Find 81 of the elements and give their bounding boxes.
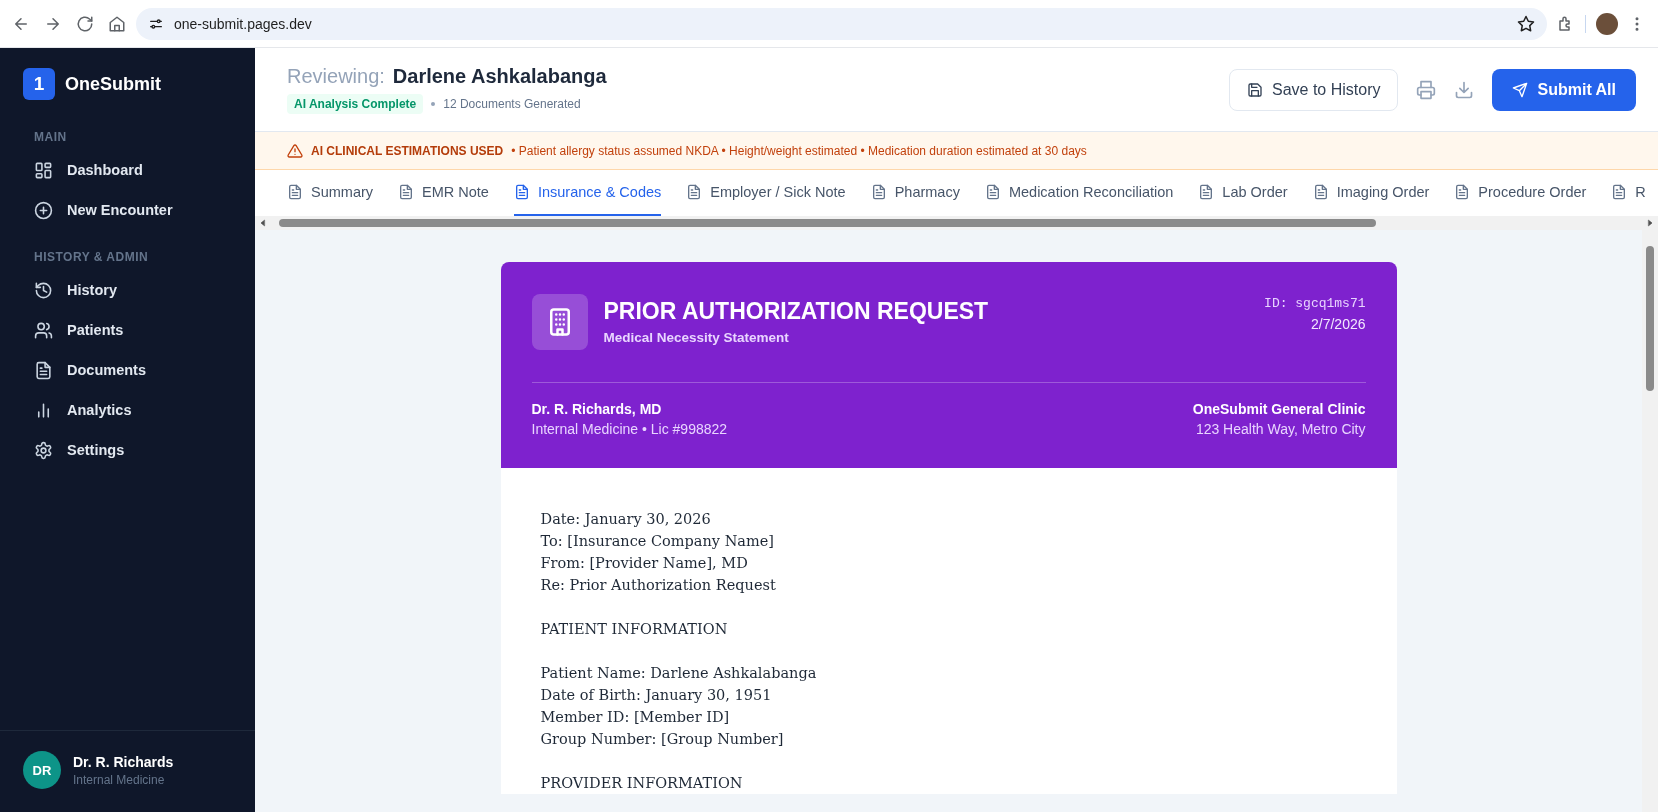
letter-line: Member ID: [Member ID] — [540, 708, 731, 727]
users-icon — [34, 320, 53, 340]
letter-line: From: [Provider Name], MD — [540, 554, 749, 573]
user-name: Dr. R. Richards — [73, 753, 174, 770]
document-icon — [1611, 184, 1628, 200]
address-bar[interactable]: one-submit.pages.dev — [136, 7, 1547, 40]
document-tab[interactable]: Pharmacy — [870, 170, 960, 216]
letter-line: Patient Name: Darlene Ashkalabanga — [540, 664, 818, 683]
sidebar-item[interactable]: Documents — [20, 350, 235, 390]
letter-line: To: [Insurance Company Name] — [540, 532, 775, 551]
warning-title: AI CLINICAL ESTIMATIONS USED — [311, 143, 504, 158]
document-date: 2/7/2026 — [1310, 316, 1366, 332]
document-icon — [287, 184, 303, 200]
separator-dot — [431, 102, 436, 106]
clinic-name: OneSubmit General Clinic — [1192, 401, 1366, 417]
warning-icon — [287, 142, 303, 159]
warning-details: • Patient allergy status assumed NKDA • Height/weight estimated • Medication duration estimated at 30 days — [511, 143, 1087, 158]
letter-line: Date of Birth: January 30, 1951 — [540, 686, 773, 705]
document-icon — [686, 184, 703, 200]
save-icon — [1247, 81, 1263, 98]
history-icon — [34, 280, 53, 300]
star-icon[interactable] — [1517, 14, 1535, 33]
letter-line: Re: Prior Authorization Request — [540, 576, 777, 595]
document-title: PRIOR AUTHORIZATION REQUEST — [603, 298, 990, 325]
logo-mark: 1 — [23, 68, 55, 100]
reviewing-label: Reviewing: — [287, 65, 385, 88]
send-icon — [1512, 81, 1529, 98]
letter-line: PATIENT INFORMATION — [540, 620, 729, 639]
sidebar-item[interactable]: Dashboard — [20, 150, 235, 190]
document-id: ID: sgcq1ms71 — [1264, 296, 1366, 311]
document-subtitle: Medical Necessity Statement — [603, 330, 790, 345]
scrollbar-thumb[interactable] — [279, 219, 1376, 227]
document-tab[interactable]: Lab Order — [1198, 170, 1288, 216]
section-heading: MAIN — [33, 130, 68, 144]
submit-all-button[interactable]: Submit All — [1492, 68, 1636, 111]
scrollbar-thumb[interactable] — [1646, 246, 1654, 391]
provider-name: Dr. R. Richards, MD — [531, 401, 663, 417]
document-icon — [34, 360, 53, 380]
document-icon — [1312, 184, 1329, 200]
home-icon[interactable] — [108, 14, 126, 33]
plus-circle-icon — [34, 200, 53, 220]
sidebar-item[interactable]: Patients — [20, 310, 235, 350]
scroll-left-icon[interactable] — [259, 219, 267, 227]
sidebar-item[interactable]: New Encounter — [20, 190, 235, 230]
sidebar-item[interactable]: Analytics — [20, 390, 235, 430]
sidebar-item[interactable]: Settings — [20, 430, 235, 470]
document-tab[interactable]: R — [1611, 170, 1646, 216]
document-icon — [1198, 184, 1215, 200]
document-tab[interactable]: Employer / Sick Note — [686, 170, 846, 216]
letter-line: Date: January 30, 2026 — [540, 510, 712, 529]
letter-line: PROVIDER INFORMATION — [540, 774, 744, 793]
dashboard-icon — [34, 160, 53, 180]
document-count: 12 Documents Generated — [443, 97, 581, 111]
clinic-address: 123 Health Way, Metro City — [1194, 421, 1366, 437]
brand-name: OneSubmit — [65, 73, 161, 95]
profile-avatar[interactable] — [1596, 12, 1618, 35]
document-tab[interactable]: Summary — [287, 170, 374, 216]
print-icon[interactable] — [1416, 79, 1437, 100]
download-icon[interactable] — [1454, 79, 1475, 100]
reload-icon[interactable] — [76, 14, 94, 33]
document-tab[interactable]: Procedure Order — [1454, 170, 1587, 216]
user-role: Internal Medicine — [73, 772, 166, 787]
document-icon — [870, 184, 887, 200]
user-avatar: DR — [23, 751, 61, 789]
scroll-right-icon[interactable] — [1646, 219, 1654, 227]
letter-line: Group Number: [Group Number] — [540, 730, 785, 749]
document-icon — [398, 184, 415, 200]
document-tab[interactable]: Imaging Order — [1312, 170, 1430, 216]
status-badge: AI Analysis Complete — [287, 94, 424, 114]
provider-details: Internal Medicine • Lic #998822 — [531, 421, 728, 437]
document-icon — [1454, 184, 1471, 200]
section-heading: HISTORY & ADMIN — [33, 250, 150, 264]
settings-icon — [34, 440, 53, 460]
document-tab[interactable]: EMR Note — [398, 170, 489, 216]
document-icon — [984, 184, 1001, 200]
building-icon — [531, 294, 588, 350]
patient-name: Darlene Ashkalabanga — [392, 65, 607, 88]
save-to-history-button[interactable]: Save to History — [1229, 68, 1399, 111]
document-tab[interactable]: Medication Reconciliation — [984, 170, 1174, 216]
document-icon — [513, 184, 530, 200]
sidebar-item[interactable]: History — [20, 270, 235, 310]
